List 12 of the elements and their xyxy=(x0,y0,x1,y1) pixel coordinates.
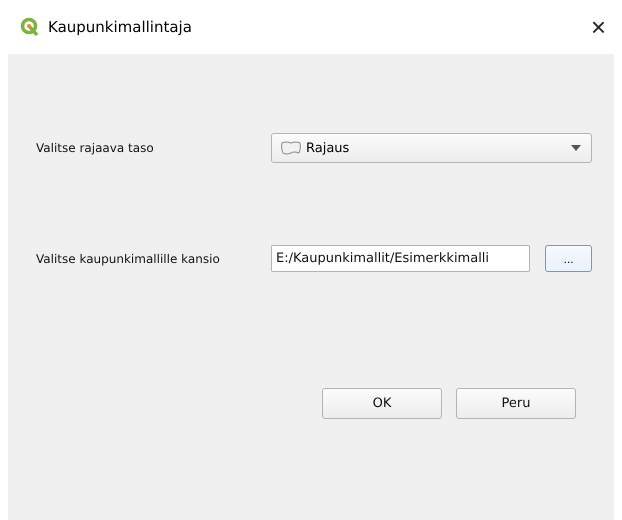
layer-dropdown[interactable]: Rajaus xyxy=(271,133,592,163)
app-logo-icon xyxy=(20,17,40,37)
browse-button[interactable]: ... xyxy=(545,245,592,272)
cancel-button[interactable]: Peru xyxy=(456,388,576,419)
window-title: Kaupunkimallintaja xyxy=(48,18,193,36)
field-label: Valitse rajaava taso xyxy=(36,141,155,155)
field-label: Valitse kaupunkimallille kansio xyxy=(36,252,221,266)
folder-path-field[interactable]: E:/Kaupunkimallit/Esimerkkimalli xyxy=(271,245,530,272)
polygon-layer-icon xyxy=(280,140,302,156)
close-button[interactable]: × xyxy=(584,14,612,40)
ok-button[interactable]: OK xyxy=(322,388,442,419)
dropdown-arrow-icon xyxy=(571,145,581,151)
